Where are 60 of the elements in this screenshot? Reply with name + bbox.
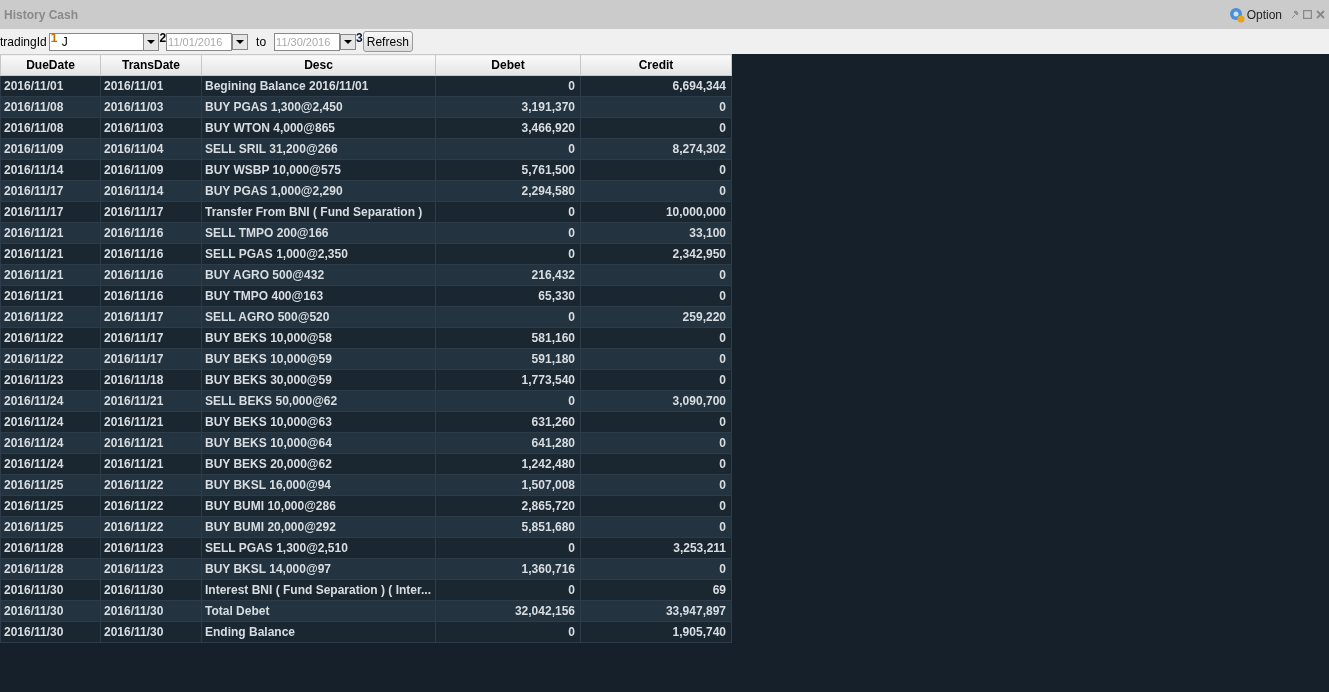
table-cell: 2016/11/21 [0,243,101,265]
table-cell: 2016/11/22 [0,306,101,328]
table-cell: 2016/11/24 [0,453,101,475]
table-cell: 2016/11/17 [0,201,101,223]
table-cell: SELL AGRO 500@520 [201,306,436,328]
table-cell: 2016/11/01 [0,75,101,97]
table-cell: 2016/11/09 [0,138,101,160]
marker-number: 3 [356,31,363,45]
marker-number: 2 [159,31,167,45]
table-cell: 2016/11/28 [0,558,101,580]
table-cell: 2016/11/24 [0,432,101,454]
window-title: History Cash [4,7,79,22]
table-cell: 2016/11/25 [0,516,101,538]
table-cell: 2016/11/22 [0,327,101,349]
table-cell: BUY PGAS 1,300@2,450 [201,96,436,118]
table-cell: Begining Balance 2016/11/01 [201,75,436,97]
marker-number: 1 [50,31,58,45]
table-cell: 2016/11/17 [0,180,101,202]
table-cell: 2016/11/30 [0,621,101,643]
table-cell: SELL PGAS 1,000@2,350 [201,243,436,265]
table-cell: 2016/11/25 [0,474,101,496]
table-cell: Interest BNI ( Fund Separation ) ( Inter... [201,579,436,601]
table-cell: BUY TMPO 400@163 [201,285,436,307]
table-cell: SELL SRIL 31,200@266 [201,138,436,160]
table-cell: BUY WSBP 10,000@575 [201,159,436,181]
table-cell: BUY WTON 4,000@865 [201,117,436,139]
table-cell: 2016/11/08 [0,117,101,139]
table-cell: Transfer From BNI ( Fund Separation ) [201,201,436,223]
table-cell: 2016/11/25 [0,495,101,517]
table-cell: BUY BKSL 16,000@94 [201,474,436,496]
table-cell: 2016/11/21 [0,222,101,244]
table-cell: 2016/11/30 [0,600,101,622]
table-cell: SELL BEKS 50,000@62 [201,390,436,412]
table-cell: Ending Balance [201,621,436,643]
to-label: to [256,34,267,49]
table-cell: SELL TMPO 200@166 [201,222,436,244]
table-cell: BUY BEKS 10,000@63 [201,411,436,433]
table-cell: 2016/11/24 [0,411,101,433]
table-cell: 2016/11/23 [0,369,101,391]
table-cell: BUY BEKS 30,000@59 [201,369,436,391]
table-cell: BUY BEKS 10,000@64 [201,432,436,454]
table-cell: BUY AGRO 500@432 [201,264,436,286]
table-cell: 2016/11/08 [0,96,101,118]
trading-id-label: tradingId [0,34,47,49]
table-cell: 2016/11/21 [0,285,101,307]
table-cell: 2016/11/30 [0,579,101,601]
table-cell: 2016/11/28 [0,537,101,559]
table-cell: BUY BEKS 10,000@59 [201,348,436,370]
table-cell: 2016/11/21 [0,264,101,286]
table-cell: 2016/11/22 [0,348,101,370]
table-cell: BUY BUMI 20,000@292 [201,516,436,538]
table-cell: Total Debet [201,600,436,622]
table-cell: BUY BKSL 14,000@97 [201,558,436,580]
table-cell: BUY BEKS 20,000@62 [201,453,436,475]
table-cell: SELL PGAS 1,300@2,510 [201,537,436,559]
table-cell: 2016/11/14 [0,159,101,181]
table-cell: BUY BUMI 10,000@286 [201,495,436,517]
table-cell: BUY PGAS 1,000@2,290 [201,180,436,202]
table-cell: 2016/11/24 [0,390,101,412]
table-cell: BUY BEKS 10,000@58 [201,327,436,349]
